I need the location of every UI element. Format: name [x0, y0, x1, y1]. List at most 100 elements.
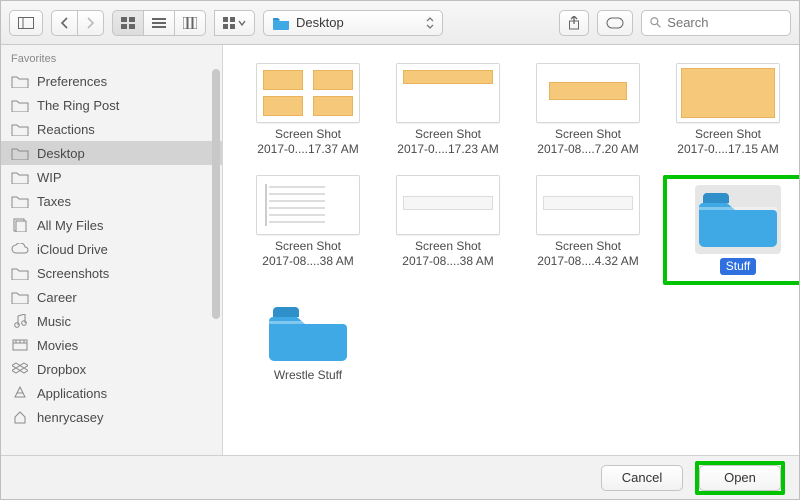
file-item[interactable]: Screen Shot2017-08....7.20 AM: [523, 63, 653, 157]
file-item[interactable]: Screen Shot2017-08....4.32 AM: [523, 175, 653, 285]
chevron-left-icon: [60, 17, 69, 29]
file-thumbnail: [536, 175, 640, 235]
folder-item[interactable]: Stuff: [673, 185, 799, 275]
share-button[interactable]: [559, 10, 589, 36]
sidebar-item-label: Taxes: [37, 194, 71, 209]
sidebar-item-icloud-drive[interactable]: iCloud Drive: [1, 237, 222, 261]
sidebar-item-desktop[interactable]: Desktop: [1, 141, 222, 165]
sidebar-list: Preferences The Ring Post Reactions Desktop…: [1, 69, 222, 429]
apps-icon: [11, 386, 29, 400]
sidebar-item-label: The Ring Post: [37, 98, 119, 113]
file-name: Screen Shot2017-08....38 AM: [260, 239, 355, 269]
search-field[interactable]: [641, 10, 791, 36]
sidebar-item-movies[interactable]: Movies: [1, 333, 222, 357]
location-popup[interactable]: Desktop: [263, 10, 443, 36]
folder-icon: [11, 290, 29, 304]
sidebar-item-screenshots[interactable]: Screenshots: [1, 261, 222, 285]
music-icon: [11, 314, 29, 328]
search-input[interactable]: [667, 15, 782, 30]
sidebar-item-career[interactable]: Career: [1, 285, 222, 309]
sidebar-scrollbar[interactable]: [212, 69, 220, 319]
sidebar: Favorites Preferences The Ring Post Reacti…: [1, 45, 223, 455]
back-button[interactable]: [51, 10, 77, 36]
dialog-footer: Cancel Open: [1, 455, 799, 499]
sidebar-item-label: Desktop: [37, 146, 85, 161]
sidebar-toggle-button[interactable]: [9, 10, 43, 36]
file-thumbnail: [396, 175, 500, 235]
nav-group: [51, 10, 104, 36]
folder-icon: [11, 146, 29, 160]
cancel-button[interactable]: Cancel: [601, 465, 683, 491]
list-view-button[interactable]: [143, 10, 174, 36]
folder-icon: [695, 185, 781, 254]
folder-item[interactable]: Wrestle Stuff: [243, 303, 373, 383]
cloud-icon: [11, 242, 29, 256]
sidebar-item-wip[interactable]: WIP: [1, 165, 222, 189]
file-name: Wrestle Stuff: [272, 368, 344, 383]
grid-small-icon: [223, 17, 235, 29]
file-grid: Screen Shot2017-0....17.37 AM Screen Shot…: [243, 63, 779, 383]
list-icon: [152, 17, 166, 29]
dialog-body: Favorites Preferences The Ring Post Reacti…: [1, 45, 799, 455]
file-item[interactable]: Screen Shot2017-08....38 AM: [243, 175, 373, 285]
sidebar-item-label: Music: [37, 314, 71, 329]
location-label: Desktop: [296, 15, 344, 30]
sidebar-item-label: iCloud Drive: [37, 242, 108, 257]
sidebar-item-label: Preferences: [37, 74, 107, 89]
sidebar-item-all-my-files[interactable]: All My Files: [1, 213, 222, 237]
sidebar-section-header: Favorites: [1, 45, 222, 69]
sidebar-item-reactions[interactable]: Reactions: [1, 117, 222, 141]
file-item[interactable]: Screen Shot2017-0....17.37 AM: [243, 63, 373, 157]
sidebar-item-label: WIP: [37, 170, 62, 185]
tutorial-highlight: Stuff: [663, 175, 799, 285]
file-thumbnail: [676, 63, 780, 123]
file-thumbnail: [536, 63, 640, 123]
sidebar-item-label: Dropbox: [37, 362, 86, 377]
file-name: Screen Shot2017-08....4.32 AM: [535, 239, 640, 269]
file-name: Screen Shot2017-08....38 AM: [400, 239, 495, 269]
arrange-group: [214, 10, 255, 36]
file-thumbnail: [256, 175, 360, 235]
sidebar-item-label: All My Files: [37, 218, 103, 233]
sidebar-item-label: Screenshots: [37, 266, 109, 281]
sidebar-item-label: Movies: [37, 338, 78, 353]
file-name: Screen Shot2017-0....17.23 AM: [395, 127, 500, 157]
arrange-button[interactable]: [214, 10, 255, 36]
file-name: Screen Shot2017-0....17.37 AM: [255, 127, 360, 157]
allfiles-icon: [11, 218, 29, 232]
movies-icon: [11, 338, 29, 352]
file-item[interactable]: Screen Shot2017-08....38 AM: [383, 175, 513, 285]
sidebar-icon: [18, 17, 34, 29]
file-grid-area[interactable]: Screen Shot2017-0....17.37 AM Screen Shot…: [223, 45, 799, 455]
folder-icon: [11, 266, 29, 280]
file-thumbnail: [396, 63, 500, 123]
chevron-right-icon: [86, 17, 95, 29]
sidebar-item-dropbox[interactable]: Dropbox: [1, 357, 222, 381]
file-item[interactable]: Screen Shot2017-0....17.23 AM: [383, 63, 513, 157]
forward-button[interactable]: [77, 10, 104, 36]
sidebar-item-preferences[interactable]: Preferences: [1, 69, 222, 93]
column-view-button[interactable]: [174, 10, 206, 36]
sidebar-item-applications[interactable]: Applications: [1, 381, 222, 405]
sidebar-item-the-ring-post[interactable]: The Ring Post: [1, 93, 222, 117]
chevron-down-icon: [238, 19, 246, 27]
open-dialog: Desktop Favorites Preferences The Ring Po…: [0, 0, 800, 500]
folder-icon: [11, 122, 29, 136]
open-button[interactable]: Open: [699, 465, 781, 491]
folder-icon: [11, 170, 29, 184]
sidebar-item-henrycasey[interactable]: henrycasey: [1, 405, 222, 429]
grid-icon: [121, 17, 135, 29]
file-item[interactable]: Screen Shot2017-0....17.15 AM: [663, 63, 793, 157]
toolbar: Desktop: [1, 1, 799, 45]
tags-button[interactable]: [597, 10, 633, 36]
sidebar-item-music[interactable]: Music: [1, 309, 222, 333]
icon-view-button[interactable]: [112, 10, 143, 36]
sidebar-item-label: Applications: [37, 386, 107, 401]
folder-icon: [11, 98, 29, 112]
folder-icon: [11, 74, 29, 88]
sidebar-item-taxes[interactable]: Taxes: [1, 189, 222, 213]
columns-icon: [183, 17, 197, 29]
sidebar-item-label: henrycasey: [37, 410, 103, 425]
tag-icon: [606, 17, 624, 29]
folder-icon: [11, 194, 29, 208]
